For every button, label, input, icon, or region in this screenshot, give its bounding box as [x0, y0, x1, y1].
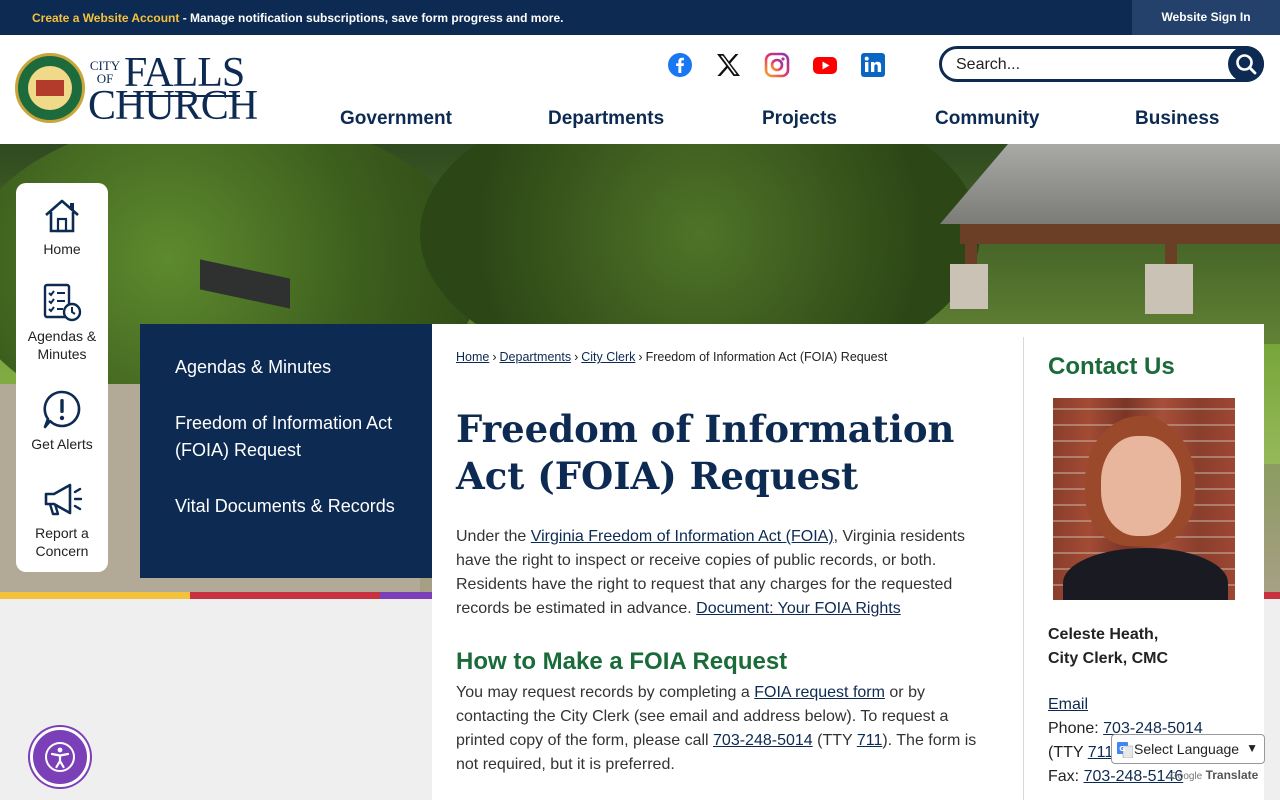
svg-text:G: G — [1119, 745, 1125, 753]
site-header: CITY OF FALLS CHURCH Government Departme… — [0, 35, 1280, 144]
create-account-link[interactable]: Create a Website Account — [32, 11, 179, 25]
column-divider — [1023, 337, 1024, 800]
nav-projects[interactable]: Projects — [762, 108, 837, 130]
contact-email-link[interactable]: Email — [1048, 696, 1088, 713]
linkedin-icon[interactable] — [860, 52, 886, 78]
youtube-icon[interactable] — [812, 52, 838, 78]
section-side-nav: Agendas & Minutes Freedom of Information… — [140, 324, 432, 578]
instagram-icon[interactable] — [764, 52, 790, 78]
quick-link-label: Report a Concern — [35, 525, 89, 559]
quick-links-panel: Home Agendas & Minutes Get Alerts Report… — [16, 183, 108, 572]
website-sign-in-button[interactable]: Website Sign In — [1132, 0, 1280, 35]
breadcrumb-departments[interactable]: Departments — [500, 350, 572, 364]
google-wordmark: Google — [1170, 771, 1203, 782]
home-icon — [45, 199, 79, 233]
quick-link-report-concern[interactable]: Report a Concern — [16, 478, 108, 562]
language-select-label: Select Language — [1134, 741, 1240, 757]
logo-city-of: CITY OF — [89, 58, 121, 86]
search-button[interactable] — [1228, 46, 1264, 82]
accessibility-button[interactable] — [30, 727, 90, 787]
sidenav-vital-documents[interactable]: Vital Documents & Records — [175, 493, 405, 520]
breadcrumb: Home › Departments › City Clerk › Freedom of I… — [456, 350, 888, 364]
clerk-phone-link[interactable]: 703-248-5014 — [713, 732, 813, 749]
logo-church: CHURCH — [88, 83, 258, 129]
megaphone-icon — [44, 483, 83, 516]
breadcrumb-current: Freedom of Information Act (FOIA) Reques… — [645, 350, 888, 364]
nav-business[interactable]: Business — [1135, 108, 1219, 130]
search-icon — [1236, 54, 1257, 75]
foia-rights-document-link[interactable]: Document: Your FOIA Rights — [696, 600, 901, 617]
search-input[interactable] — [956, 54, 1216, 76]
foia-request-form-link[interactable]: FOIA request form — [754, 684, 885, 701]
how-to-paragraph: You may request records by completing a … — [456, 684, 977, 773]
main-content: Home › Departments › City Clerk › Freedom of I… — [432, 324, 1264, 800]
account-message: Create a Website Account - Manage notifi… — [32, 11, 563, 25]
foia-intro-paragraph: Under the Virginia Freedom of Informatio… — [456, 528, 965, 617]
chevron-down-icon: ▼ — [1246, 741, 1258, 755]
contact-name: Celeste Heath, City Clerk, CMC — [1048, 626, 1169, 667]
site-search — [939, 46, 1264, 82]
quick-link-label: Home — [43, 241, 81, 257]
account-message-text: - Manage notification subscriptions, sav… — [179, 11, 564, 25]
sidenav-agendas-minutes[interactable]: Agendas & Minutes — [175, 354, 405, 381]
language-select[interactable]: G Select Language ▼ — [1111, 734, 1265, 764]
agenda-icon — [43, 283, 82, 322]
nav-government[interactable]: Government — [340, 108, 452, 130]
quick-link-label: Agendas & Minutes — [27, 328, 97, 362]
city-seal-icon — [15, 53, 85, 123]
powered-by-translate: Google Translate — [1170, 768, 1259, 782]
google-translate-icon: G — [1117, 742, 1133, 758]
facebook-icon[interactable] — [667, 52, 693, 78]
alert-icon — [43, 390, 81, 429]
sidenav-foia-request[interactable]: Freedom of Information Act (FOIA) Reques… — [175, 410, 405, 464]
nav-departments[interactable]: Departments — [548, 108, 664, 130]
x-icon[interactable] — [715, 52, 741, 78]
breadcrumb-city-clerk[interactable]: City Clerk — [581, 350, 635, 364]
contact-fax-link[interactable]: 703-248-5146 — [1084, 768, 1184, 785]
clerk-photo — [1053, 398, 1235, 600]
quick-link-label: Get Alerts — [31, 436, 93, 452]
account-banner: Create a Website Account - Manage notifi… — [0, 0, 1280, 35]
contact-us-heading: Contact Us — [1048, 353, 1175, 380]
quick-link-home[interactable]: Home — [16, 195, 108, 261]
quick-link-agendas[interactable]: Agendas & Minutes — [16, 281, 108, 365]
tty-link[interactable]: 711 — [857, 732, 883, 749]
contact-tty-link[interactable]: 711 — [1088, 744, 1114, 761]
virginia-foia-link[interactable]: Virginia Freedom of Information Act (FOI… — [531, 528, 834, 545]
breadcrumb-home[interactable]: Home — [456, 350, 489, 364]
quick-link-alerts[interactable]: Get Alerts — [16, 389, 108, 455]
how-to-heading: How to Make a FOIA Request — [456, 648, 788, 675]
accessibility-icon — [45, 742, 75, 772]
nav-community[interactable]: Community — [935, 108, 1040, 130]
page-title: Freedom of Information Act (FOIA) Reques… — [456, 407, 955, 498]
